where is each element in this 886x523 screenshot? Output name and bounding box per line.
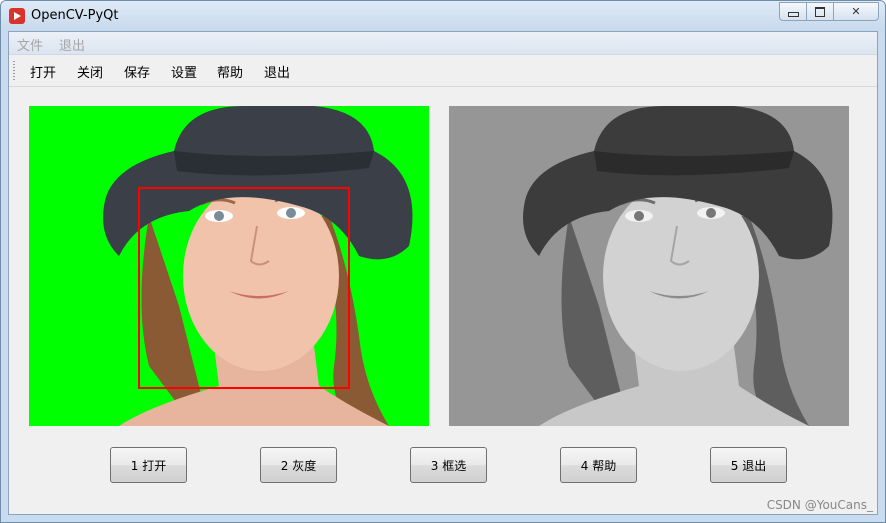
help-button[interactable]: 4 帮助	[560, 447, 637, 483]
close-icon: ✕	[851, 5, 861, 18]
toolbar: 打开 关闭 保存 设置 帮助 退出	[9, 55, 877, 87]
toolbar-grip[interactable]	[13, 61, 15, 81]
toolbar-save[interactable]: 保存	[124, 62, 150, 81]
minimize-icon	[787, 11, 799, 17]
close-button[interactable]: ✕	[833, 2, 879, 21]
portrait-color	[29, 106, 429, 426]
minimize-button[interactable]	[779, 2, 807, 21]
window-controls: ✕	[779, 2, 879, 21]
toolbar-close[interactable]: 关闭	[77, 62, 103, 81]
gray-button[interactable]: 2 灰度	[260, 447, 337, 483]
window-title: OpenCV-PyQt	[31, 8, 119, 23]
toolbar-settings[interactable]: 设置	[171, 62, 197, 81]
menu-exit[interactable]: 退出	[59, 35, 85, 54]
main-window: OpenCV-PyQt ✕ 文件 退出 打开 关闭 保存 设置 帮助 退出 1 …	[0, 0, 886, 523]
maximize-button[interactable]	[806, 2, 834, 21]
menu-file[interactable]: 文件	[17, 35, 43, 54]
watermark: CSDN @YouCans_	[766, 498, 873, 512]
open-button[interactable]: 1 打开	[110, 447, 187, 483]
image-left-color	[29, 106, 429, 426]
app-icon	[9, 8, 25, 24]
client-area: 文件 退出 打开 关闭 保存 设置 帮助 退出 1 打开 2 灰度 3 框选 4…	[8, 31, 878, 515]
toolbar-open[interactable]: 打开	[30, 62, 56, 81]
image-right-gray	[449, 106, 849, 426]
portrait-gray	[449, 106, 849, 426]
select-box-button[interactable]: 3 框选	[410, 447, 487, 483]
exit-button[interactable]: 5 退出	[710, 447, 787, 483]
toolbar-exit[interactable]: 退出	[264, 62, 290, 81]
toolbar-help[interactable]: 帮助	[217, 62, 243, 81]
menu-bar: 文件 退出	[9, 32, 877, 55]
title-bar[interactable]: OpenCV-PyQt ✕	[1, 1, 885, 31]
maximize-icon	[815, 6, 825, 17]
